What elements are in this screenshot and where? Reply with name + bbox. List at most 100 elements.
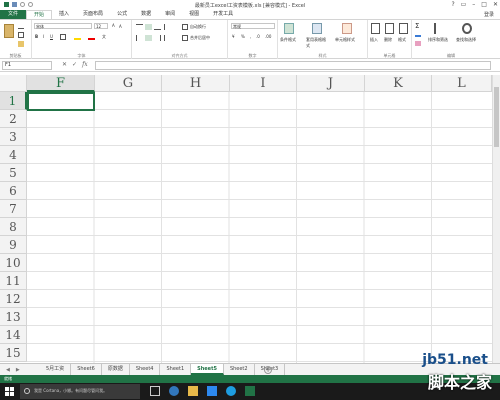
tab-file[interactable]: 文件: [0, 10, 27, 19]
align-right-icon[interactable]: [154, 35, 161, 41]
tab-view[interactable]: 视图: [182, 10, 206, 19]
close-icon[interactable]: ✕: [493, 1, 498, 8]
minimize-icon[interactable]: –: [472, 1, 475, 8]
wrap-text-button[interactable]: 自动换行: [190, 24, 206, 30]
row-header-8[interactable]: 8: [0, 218, 27, 236]
row-header-6[interactable]: 6: [0, 182, 27, 200]
cut-icon[interactable]: [18, 24, 24, 29]
delete-cells-icon[interactable]: [385, 23, 394, 34]
decrease-decimal-icon[interactable]: .00: [265, 34, 271, 39]
insert-function-icon[interactable]: fx: [82, 61, 88, 68]
cell-styles-button[interactable]: 单元格样式: [335, 37, 355, 43]
row-header-11[interactable]: 11: [0, 272, 27, 290]
row-header-15[interactable]: 15: [0, 344, 27, 362]
column-header-k[interactable]: K: [365, 75, 432, 92]
currency-icon[interactable]: ¥: [232, 34, 235, 39]
next-sheet-icon[interactable]: ▶: [16, 367, 20, 373]
tab-formulas[interactable]: 公式: [110, 10, 134, 19]
row-header-1[interactable]: 1: [0, 92, 27, 110]
row-header-5[interactable]: 5: [0, 164, 27, 182]
merge-center-icon[interactable]: [182, 35, 188, 41]
orientation-icon[interactable]: [164, 24, 171, 30]
cortana-search-box[interactable]: 我是 Cortana，小娜。有问题尽管问我。: [20, 384, 140, 399]
table-format-icon[interactable]: [312, 23, 322, 34]
underline-icon[interactable]: U: [50, 34, 53, 39]
italic-icon[interactable]: I: [43, 34, 44, 39]
format-cells-icon[interactable]: [399, 23, 408, 34]
explorer-icon[interactable]: [188, 386, 198, 396]
column-header-g[interactable]: G: [95, 75, 162, 92]
column-header-l[interactable]: L: [432, 75, 492, 92]
insert-cells-button[interactable]: 插入: [370, 37, 378, 43]
phonetic-icon[interactable]: 文: [102, 34, 106, 40]
paste-icon[interactable]: [4, 24, 14, 38]
select-all-button[interactable]: [0, 75, 27, 92]
windows-start-icon[interactable]: [5, 387, 14, 396]
store-icon[interactable]: [207, 386, 217, 396]
shrink-font-icon[interactable]: A: [119, 24, 122, 29]
autosum-icon[interactable]: Σ: [415, 22, 419, 30]
comma-icon[interactable]: ,: [250, 34, 251, 39]
find-select-icon[interactable]: [462, 23, 472, 34]
add-sheet-button[interactable]: +: [264, 366, 272, 374]
row-header-9[interactable]: 9: [0, 236, 27, 254]
name-box[interactable]: F1: [2, 61, 52, 70]
prev-sheet-icon[interactable]: ◀: [6, 367, 10, 373]
grow-font-icon[interactable]: A: [112, 23, 115, 28]
tab-home[interactable]: 开始: [26, 10, 53, 19]
row-header-12[interactable]: 12: [0, 290, 27, 308]
sheet-tab[interactable]: Sheet1: [160, 364, 192, 375]
column-header-h[interactable]: H: [162, 75, 230, 92]
sign-in-link[interactable]: 登录: [484, 11, 494, 18]
row-header-10[interactable]: 10: [0, 254, 27, 272]
sort-filter-button[interactable]: 排序和筛选: [428, 37, 448, 43]
table-format-button[interactable]: 套用表格格式: [306, 37, 326, 49]
column-header-f[interactable]: F: [27, 75, 95, 92]
font-size-select[interactable]: 12: [94, 23, 108, 29]
row-header-7[interactable]: 7: [0, 200, 27, 218]
fill-icon[interactable]: [415, 32, 421, 37]
tab-review[interactable]: 审阅: [158, 10, 182, 19]
row-header-13[interactable]: 13: [0, 308, 27, 326]
sheet-tab-active[interactable]: Sheet5: [191, 364, 224, 375]
indent-icon[interactable]: [164, 35, 171, 41]
number-format-select[interactable]: 常规: [231, 23, 275, 29]
format-painter-icon[interactable]: [18, 41, 24, 47]
excel-taskbar-icon[interactable]: [245, 386, 255, 396]
enter-icon[interactable]: ✓: [72, 61, 77, 68]
wrap-text-icon[interactable]: [182, 24, 188, 30]
sheet-tab[interactable]: 5月工资: [40, 364, 72, 375]
scroll-thumb[interactable]: [494, 87, 499, 147]
tab-developer[interactable]: 开发工具: [206, 10, 240, 19]
tab-page-layout[interactable]: 页面布局: [76, 10, 110, 19]
column-header-j[interactable]: J: [297, 75, 365, 92]
conditional-format-button[interactable]: 条件格式: [280, 37, 296, 43]
task-view-icon[interactable]: [150, 386, 160, 396]
ie-icon[interactable]: [226, 386, 236, 396]
format-cells-button[interactable]: 格式: [398, 37, 406, 43]
merge-center-button[interactable]: 合并后居中: [190, 35, 210, 41]
formula-input[interactable]: [95, 61, 491, 70]
delete-cells-button[interactable]: 删除: [384, 37, 392, 43]
clear-icon[interactable]: [415, 41, 421, 46]
fill-color-icon[interactable]: [74, 34, 81, 40]
insert-cells-icon[interactable]: [371, 23, 380, 34]
row-header-14[interactable]: 14: [0, 326, 27, 344]
tab-data[interactable]: 数据: [134, 10, 158, 19]
align-bottom-icon[interactable]: [154, 24, 161, 30]
edge-icon[interactable]: [169, 386, 179, 396]
increase-decimal-icon[interactable]: .0: [256, 34, 260, 39]
align-top-icon[interactable]: [136, 24, 143, 30]
sheet-tab[interactable]: 原数据: [102, 364, 130, 375]
cell-area[interactable]: [27, 92, 492, 363]
help-icon[interactable]: ?: [451, 1, 454, 8]
maximize-icon[interactable]: □: [481, 1, 487, 8]
cell-styles-icon[interactable]: [342, 23, 352, 34]
row-header-2[interactable]: 2: [0, 110, 27, 128]
align-center-icon[interactable]: [145, 35, 152, 41]
bold-icon[interactable]: B: [35, 34, 38, 39]
vertical-scrollbar[interactable]: [492, 75, 500, 363]
row-header-3[interactable]: 3: [0, 128, 27, 146]
ribbon-display-icon[interactable]: ▭: [461, 1, 467, 8]
copy-icon[interactable]: [18, 32, 24, 38]
